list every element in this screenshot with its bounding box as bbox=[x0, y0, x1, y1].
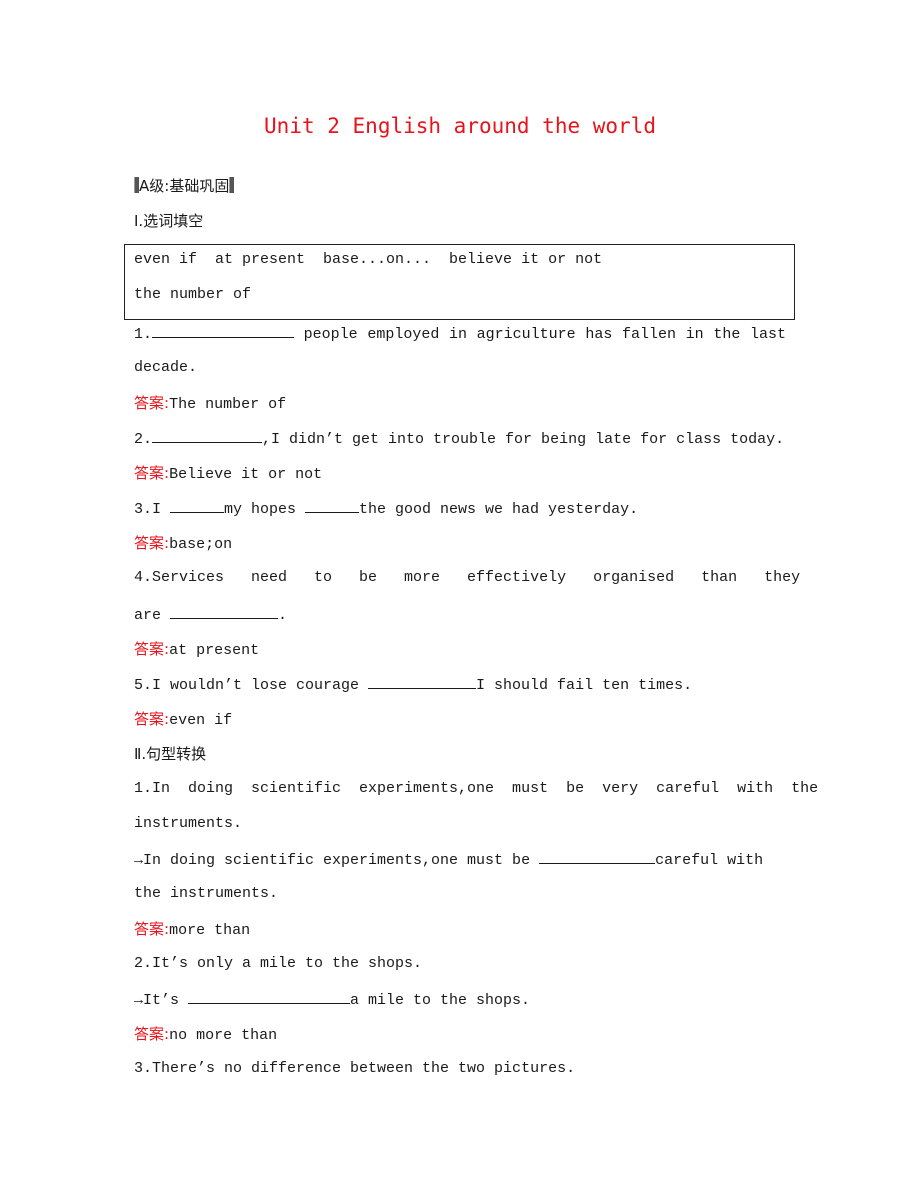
transform-3: 3.There’s no difference between the two … bbox=[134, 1060, 576, 1077]
answer-label: 答案: bbox=[134, 710, 170, 728]
word-box-row-2: the number of bbox=[134, 286, 252, 303]
answer-1: 答案:The number of bbox=[134, 393, 786, 415]
answer-text: more than bbox=[169, 922, 251, 939]
answer-blank[interactable] bbox=[539, 849, 656, 864]
question-text: I should fail ten times. bbox=[476, 677, 693, 694]
rewrite-text: →In doing scientific experiments,one mus… bbox=[134, 852, 540, 869]
question-2: 2. ,I didn’t get into trouble for being l… bbox=[134, 428, 786, 450]
section1-heading: Ⅰ.选词填空 bbox=[134, 212, 204, 230]
question-number: 2. bbox=[134, 431, 153, 448]
document-page: Unit 2 English around the world A级:基础巩固 … bbox=[0, 0, 920, 1192]
question-text: my hopes bbox=[224, 501, 306, 518]
rewrite-text: →It’s bbox=[134, 992, 189, 1009]
question-number: 1. bbox=[134, 326, 153, 343]
section2-heading: Ⅱ.句型转换 bbox=[134, 745, 207, 763]
answer-label: 答案: bbox=[134, 1025, 170, 1043]
word-box-row-1: even if at present base...on... believe … bbox=[134, 251, 603, 268]
transform-1-rewrite-line-2: the instruments. bbox=[134, 885, 279, 902]
question-text: 5.I wouldn’t lose courage bbox=[134, 677, 369, 694]
transform-1: 1.In doing scientific experiments,one mu… bbox=[134, 780, 819, 797]
question-text: people employed in agriculture has falle… bbox=[294, 326, 786, 343]
answer-label: 答案: bbox=[134, 920, 170, 938]
answer-label: 答案: bbox=[134, 464, 170, 482]
answer-text: The number of bbox=[169, 396, 287, 413]
answer-text: no more than bbox=[169, 1027, 278, 1044]
question-1-line-2: decade. bbox=[134, 359, 198, 376]
question-text: are bbox=[134, 607, 171, 624]
answer-5: 答案:even if bbox=[134, 709, 786, 731]
answer-text: at present bbox=[169, 642, 260, 659]
answer-2: 答案:Believe it or not bbox=[134, 463, 786, 485]
question-3: 3.I my hopes the good news we had yester… bbox=[134, 498, 786, 520]
rewrite-text: careful with bbox=[655, 852, 764, 869]
answer-label: 答案: bbox=[134, 640, 170, 658]
answer-3: 答案:base;on bbox=[134, 533, 786, 555]
level-heading-text: A级:基础巩固 bbox=[139, 177, 230, 195]
answer-blank[interactable] bbox=[368, 674, 477, 689]
answer-text: Believe it or not bbox=[169, 466, 323, 483]
question-text: the good news we had yesterday. bbox=[359, 501, 639, 518]
page-title: Unit 2 English around the world bbox=[264, 114, 656, 138]
transform-answer-2: 答案:no more than bbox=[134, 1024, 786, 1046]
answer-blank[interactable] bbox=[170, 604, 279, 619]
answer-blank[interactable] bbox=[152, 323, 295, 338]
answer-text: base;on bbox=[169, 536, 233, 553]
question-1: 1. people employed in agriculture has fa… bbox=[134, 323, 786, 345]
answer-label: 答案: bbox=[134, 394, 170, 412]
question-text: . bbox=[278, 607, 288, 624]
transform-2: 2.It’s only a mile to the shops. bbox=[134, 955, 423, 972]
answer-label: 答案: bbox=[134, 534, 170, 552]
answer-blank[interactable] bbox=[305, 498, 360, 513]
question-4: 4.Services need to be more effectively o… bbox=[134, 569, 801, 586]
transform-answer-1: 答案:more than bbox=[134, 919, 786, 941]
question-text: 3.I bbox=[134, 501, 171, 518]
heading-bar-right bbox=[229, 177, 235, 193]
rewrite-text: a mile to the shops. bbox=[350, 992, 531, 1009]
answer-4: 答案:at present bbox=[134, 639, 786, 661]
question-4-line-2: are . bbox=[134, 604, 786, 626]
answer-blank[interactable] bbox=[188, 989, 351, 1004]
answer-blank[interactable] bbox=[170, 498, 225, 513]
word-box: even if at present base...on... believe … bbox=[124, 244, 795, 320]
answer-text: even if bbox=[169, 712, 233, 729]
level-heading: A级:基础巩固 bbox=[134, 176, 786, 196]
question-text: ,I didn’t get into trouble for being lat… bbox=[262, 431, 785, 448]
transform-1-rewrite: →In doing scientific experiments,one mus… bbox=[134, 849, 786, 871]
answer-blank[interactable] bbox=[152, 428, 263, 443]
transform-1-line-2: instruments. bbox=[134, 815, 243, 832]
transform-2-rewrite: →It’s a mile to the shops. bbox=[134, 989, 786, 1011]
question-5: 5.I wouldn’t lose courage I should fail … bbox=[134, 674, 786, 696]
